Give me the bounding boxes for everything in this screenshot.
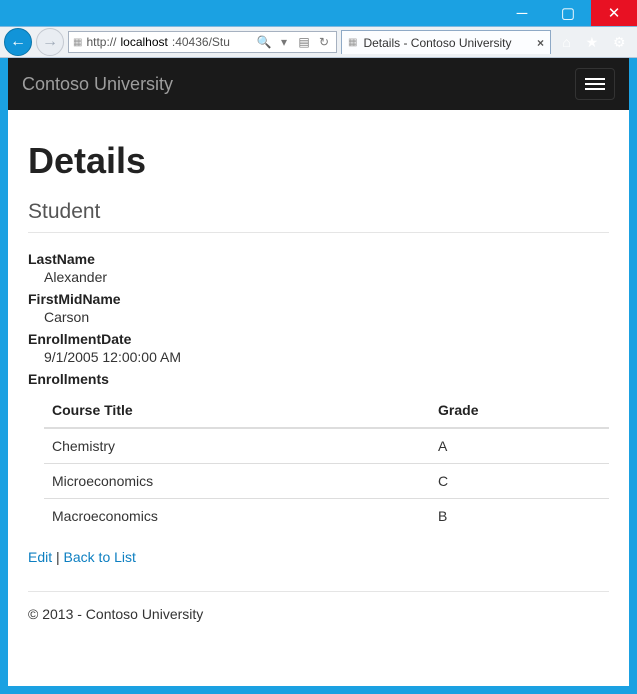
menu-toggle-button[interactable] xyxy=(575,68,615,100)
page-icon: ▦ xyxy=(73,37,82,48)
enrollments-table: Course Title Grade ChemistryA Microecono… xyxy=(44,393,609,533)
course-cell: Macroeconomics xyxy=(44,499,430,534)
main-content: Details Student LastName Alexander First… xyxy=(8,110,629,662)
details-list: LastName Alexander FirstMidName Carson E… xyxy=(28,251,609,533)
firstmidname-value: Carson xyxy=(44,309,609,325)
table-row: ChemistryA xyxy=(44,428,609,464)
window-maximize-button[interactable]: ▢ xyxy=(545,0,591,26)
refresh-icon[interactable]: ↻ xyxy=(316,34,332,50)
grade-cell: A xyxy=(430,428,609,464)
tab-close-icon[interactable]: × xyxy=(537,36,544,50)
home-icon[interactable]: ⌂ xyxy=(562,34,570,50)
grade-cell: C xyxy=(430,464,609,499)
course-cell: Chemistry xyxy=(44,428,430,464)
window-close-button[interactable]: ✕ xyxy=(591,0,637,26)
brand-link[interactable]: Contoso University xyxy=(22,74,173,95)
dropdown-icon[interactable]: ▾ xyxy=(276,34,292,50)
page-title: Details xyxy=(28,140,609,182)
lastname-value: Alexander xyxy=(44,269,609,285)
back-to-list-link[interactable]: Back to List xyxy=(64,549,136,565)
table-row: MacroeconomicsB xyxy=(44,499,609,534)
site-navbar: Contoso University xyxy=(8,58,629,110)
browser-toolbar: ← → ▦ http:// localhost :40436/Stu 🔍 ▾ ▤ ↻… xyxy=(0,26,637,58)
course-cell: Microeconomics xyxy=(44,464,430,499)
enrollmentdate-label: EnrollmentDate xyxy=(28,331,609,347)
edit-link[interactable]: Edit xyxy=(28,549,52,565)
favorites-icon[interactable]: ★ xyxy=(586,34,599,51)
window-minimize-button[interactable]: ─ xyxy=(499,0,545,26)
link-separator: | xyxy=(56,549,64,565)
search-icon[interactable]: 🔍 xyxy=(256,34,272,50)
firstmidname-label: FirstMidName xyxy=(28,291,609,307)
col-grade: Grade xyxy=(430,393,609,428)
tab-page-icon: ▦ xyxy=(348,37,357,48)
url-path: :40436/Stu xyxy=(172,35,230,49)
settings-icon[interactable]: ⚙ xyxy=(613,34,626,51)
table-row: MicroeconomicsC xyxy=(44,464,609,499)
url-protocol: http:// xyxy=(86,35,116,49)
address-bar[interactable]: ▦ http:// localhost :40436/Stu 🔍 ▾ ▤ ↻ xyxy=(68,31,337,53)
page-subtitle: Student xyxy=(28,200,609,233)
grade-cell: B xyxy=(430,499,609,534)
page-viewport: Contoso University Details Student LastN… xyxy=(8,58,629,686)
enrollments-label: Enrollments xyxy=(28,371,609,387)
compat-icon[interactable]: ▤ xyxy=(296,34,312,50)
footer-text: © 2013 - Contoso University xyxy=(28,606,609,642)
browser-tab[interactable]: ▦ Details - Contoso University × xyxy=(341,30,551,54)
nav-forward-button[interactable]: → xyxy=(36,28,64,56)
action-links: Edit | Back to List xyxy=(28,549,609,565)
window-titlebar: ─ ▢ ✕ xyxy=(0,0,637,26)
enrollmentdate-value: 9/1/2005 12:00:00 AM xyxy=(44,349,609,365)
nav-back-button[interactable]: ← xyxy=(4,28,32,56)
command-bar: ⌂ ★ ⚙ xyxy=(555,34,633,51)
col-course-title: Course Title xyxy=(44,393,430,428)
url-host: localhost xyxy=(120,35,167,49)
lastname-label: LastName xyxy=(28,251,609,267)
footer-divider xyxy=(28,591,609,592)
tab-title: Details - Contoso University xyxy=(363,36,511,50)
